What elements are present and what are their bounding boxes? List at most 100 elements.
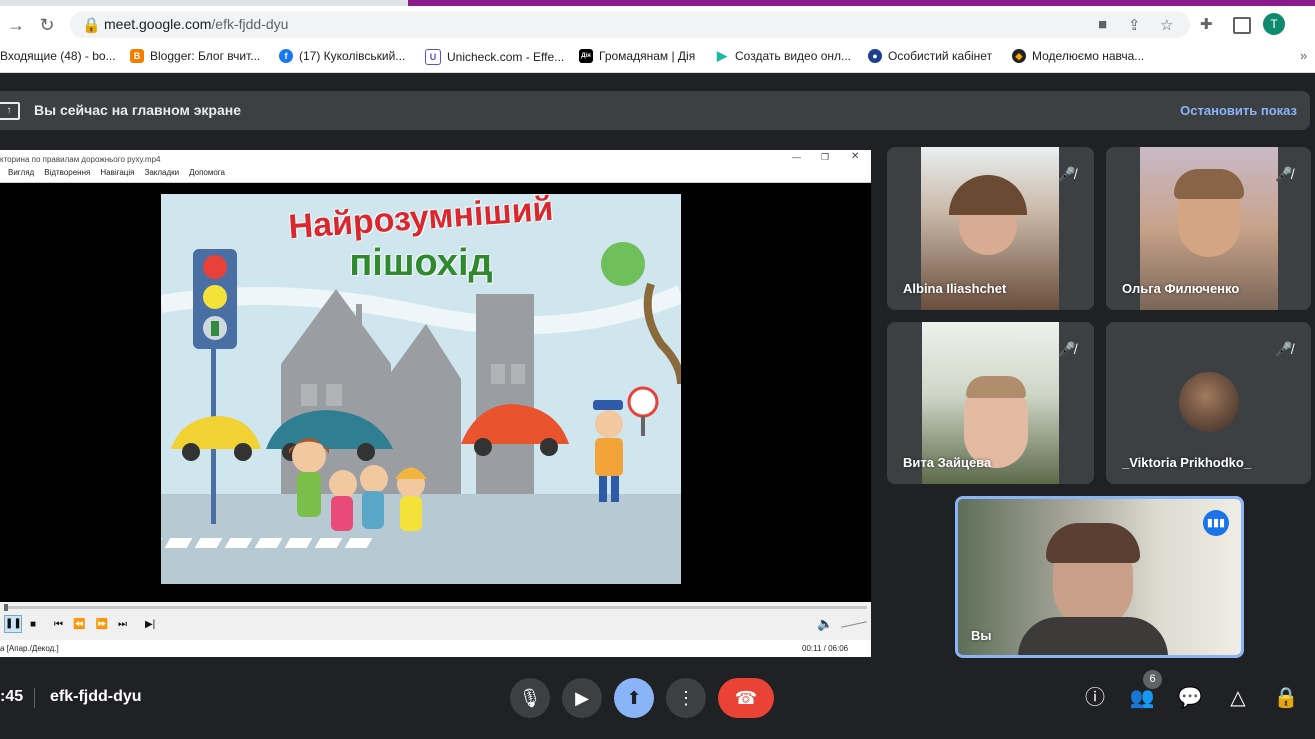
frame-step-icon[interactable]: ▶| — [145, 619, 155, 630]
participant-tile[interactable]: 🎤̸ Albina Iliashchet — [887, 147, 1094, 310]
pause-icon[interactable]: ❚❚ — [4, 615, 22, 633]
status-decoder: а [Апар./Декод.] — [0, 644, 59, 653]
bookmark-unicheck[interactable]: U Unicheck.com - Effe... — [425, 49, 564, 65]
microphone-button[interactable]: 🎙 — [510, 678, 550, 718]
bookmark-label: Особистий кабінет — [888, 49, 993, 63]
bookmark-mail[interactable]: Входящие (48) - bo... — [0, 49, 116, 63]
bookmarks-bar: Входящие (48) - bo... B Blogger: Блог вчи… — [0, 42, 1315, 73]
camera-button[interactable]: ▶ — [562, 678, 602, 718]
bookmark-label: Моделюємо навча... — [1032, 49, 1145, 63]
bookmark-blogger[interactable]: B Blogger: Блог вчит... — [130, 49, 260, 63]
seek-bar[interactable] — [4, 604, 867, 611]
stop-icon[interactable]: ■ — [30, 619, 36, 630]
address-bar[interactable]: 🔒 meet.google.com/efk-fjdd-dyu ■ ⇪ ☆ — [70, 11, 1190, 38]
video-title-line2: пішохід — [349, 242, 493, 284]
mic-off-icon: 🎤̸ — [1058, 166, 1076, 182]
participants-count-badge: 6 — [1143, 670, 1162, 689]
reload-icon[interactable]: ↻ — [37, 15, 57, 35]
player-menu: Вигляд Відтворення Навігація Закладки Допомо… — [0, 168, 871, 183]
blogger-icon: B — [130, 49, 144, 63]
player-statusbar: а [Апар./Декод.] 00:11 / 06:06 — [0, 640, 871, 657]
lock-icon[interactable]: 🔒 — [82, 16, 101, 34]
hair — [966, 376, 1026, 398]
chevron-right-icon[interactable]: » — [1300, 48, 1307, 63]
volume-icon[interactable]: 🔈 — [817, 616, 833, 632]
forward-icon[interactable]: → — [6, 15, 26, 35]
menu-item[interactable]: Вигляд — [8, 168, 34, 177]
more-vert-icon: ⋮ — [677, 688, 695, 708]
bookmark-label: Громадянам | Дія — [599, 49, 696, 63]
stop-presenting-button[interactable]: Остановить показ — [1180, 103, 1297, 118]
chat-icon[interactable]: 💬 — [1177, 685, 1203, 711]
bookmark-label: (17) Куколівський... — [299, 49, 406, 63]
microphone-icon: 🎙 — [518, 688, 542, 708]
participant-name: _Viktoria Prikhodko_ — [1122, 455, 1252, 470]
menu-item[interactable]: Допомога — [189, 168, 225, 177]
participant-tile[interactable]: 🎤̸ Вита Зайцева — [887, 322, 1094, 484]
present-screen-icon: ↑ — [0, 102, 20, 120]
previous-icon[interactable]: ⏮ — [54, 619, 63, 630]
participant-tile[interactable]: 🎤̸ _Viktoria Prikhodko_ — [1106, 322, 1311, 484]
next-icon[interactable]: ⏭ — [118, 619, 127, 630]
star-icon[interactable]: ☆ — [1160, 16, 1173, 34]
play-icon: ▶ — [715, 48, 729, 63]
participant-tile[interactable]: 🎤̸ Ольга Филюченко — [1106, 147, 1311, 310]
avatar — [1179, 372, 1239, 432]
host-controls-icon[interactable]: 🔒 — [1273, 685, 1299, 711]
hair — [1174, 169, 1244, 199]
player-titlebar: кторина по правилам дорожнього руху.mp4 … — [0, 150, 871, 168]
url-host: meet.google.com — [104, 16, 212, 32]
minimize-icon[interactable]: — — [792, 152, 801, 162]
present-button[interactable]: ⬆ — [614, 678, 654, 718]
bookmark-label: Unicheck.com - Effe... — [447, 50, 565, 64]
url-path: /efk-fjdd-dyu — [211, 16, 289, 32]
menu-item[interactable]: Навігація — [100, 168, 134, 177]
shared-screen: кторина по правилам дорожнього руху.mp4 … — [0, 150, 871, 657]
share-icon[interactable]: ⇪ — [1128, 16, 1141, 34]
status-time: 00:11 / 06:06 — [802, 644, 849, 653]
bookmark-model[interactable]: ◆ Моделюємо навча... — [1012, 49, 1144, 63]
speaking-indicator-icon: ▮▮▮ — [1203, 510, 1229, 536]
mic-off-icon: 🎤̸ — [1058, 341, 1076, 357]
bookmark-video[interactable]: ▶ Создать видео онл... — [715, 49, 851, 63]
rewind-icon[interactable]: ⏪ — [73, 619, 85, 630]
camera-icon[interactable]: ■ — [1098, 16, 1107, 33]
more-options-button[interactable]: ⋮ — [666, 678, 706, 718]
player-controls: ❚❚ ■ ⏮ ⏪ ⏩ ⏭ ▶| 🔈 — [0, 612, 871, 636]
menu-item[interactable]: Відтворення — [44, 168, 90, 177]
presenting-banner: ↑ Вы сейчас на главном экране Остановить… — [0, 91, 1310, 130]
fast-forward-icon[interactable]: ⏩ — [96, 619, 108, 630]
cabinet-icon: ● — [868, 49, 882, 63]
bookmark-label: Входящие (48) - bo... — [0, 49, 116, 63]
participant-name: Ольга Филюченко — [1122, 281, 1240, 296]
meeting-info-icon[interactable]: ⓘ — [1082, 685, 1108, 711]
bookmark-cabinet[interactable]: ● Особистий кабінет — [868, 49, 992, 63]
hang-up-icon: ☎ — [734, 688, 758, 708]
present-screen-icon: ⬆ — [626, 688, 642, 708]
menu-item[interactable]: Закладки — [144, 168, 179, 177]
shoulders — [1018, 617, 1168, 655]
self-tile[interactable]: ▮▮▮ Вы — [955, 496, 1244, 658]
extensions-icon[interactable]: ✚ — [1200, 15, 1213, 33]
unicheck-icon: U — [425, 49, 441, 65]
mic-off-icon: 🎤̸ — [1275, 166, 1293, 182]
participant-name: Albina Iliashchet — [903, 281, 1007, 296]
close-icon[interactable]: ✕ — [851, 151, 859, 162]
mic-off-icon: 🎤̸ — [1275, 341, 1293, 357]
leave-call-button[interactable]: ☎ — [718, 678, 774, 718]
bookmark-facebook[interactable]: f (17) Куколівський... — [279, 49, 405, 63]
divider — [34, 688, 35, 708]
clock: :45 — [0, 688, 24, 705]
seek-thumb[interactable] — [4, 604, 8, 611]
diia-icon: Дія — [579, 49, 593, 63]
restore-icon[interactable]: ❐ — [821, 152, 829, 163]
player-title: кторина по правилам дорожнього руху.mp4 — [0, 155, 161, 164]
activities-icon[interactable]: △ — [1225, 685, 1251, 711]
sidepanel-icon[interactable] — [1233, 17, 1251, 34]
profile-avatar[interactable]: T — [1263, 13, 1285, 35]
volume-slider[interactable] — [841, 620, 868, 628]
bookmark-diia[interactable]: Дія Громадянам | Дія — [579, 49, 695, 63]
participant-name: Вита Зайцева — [903, 455, 992, 470]
bookmark-label: Создать видео онл... — [735, 49, 852, 63]
model-icon: ◆ — [1012, 49, 1026, 63]
